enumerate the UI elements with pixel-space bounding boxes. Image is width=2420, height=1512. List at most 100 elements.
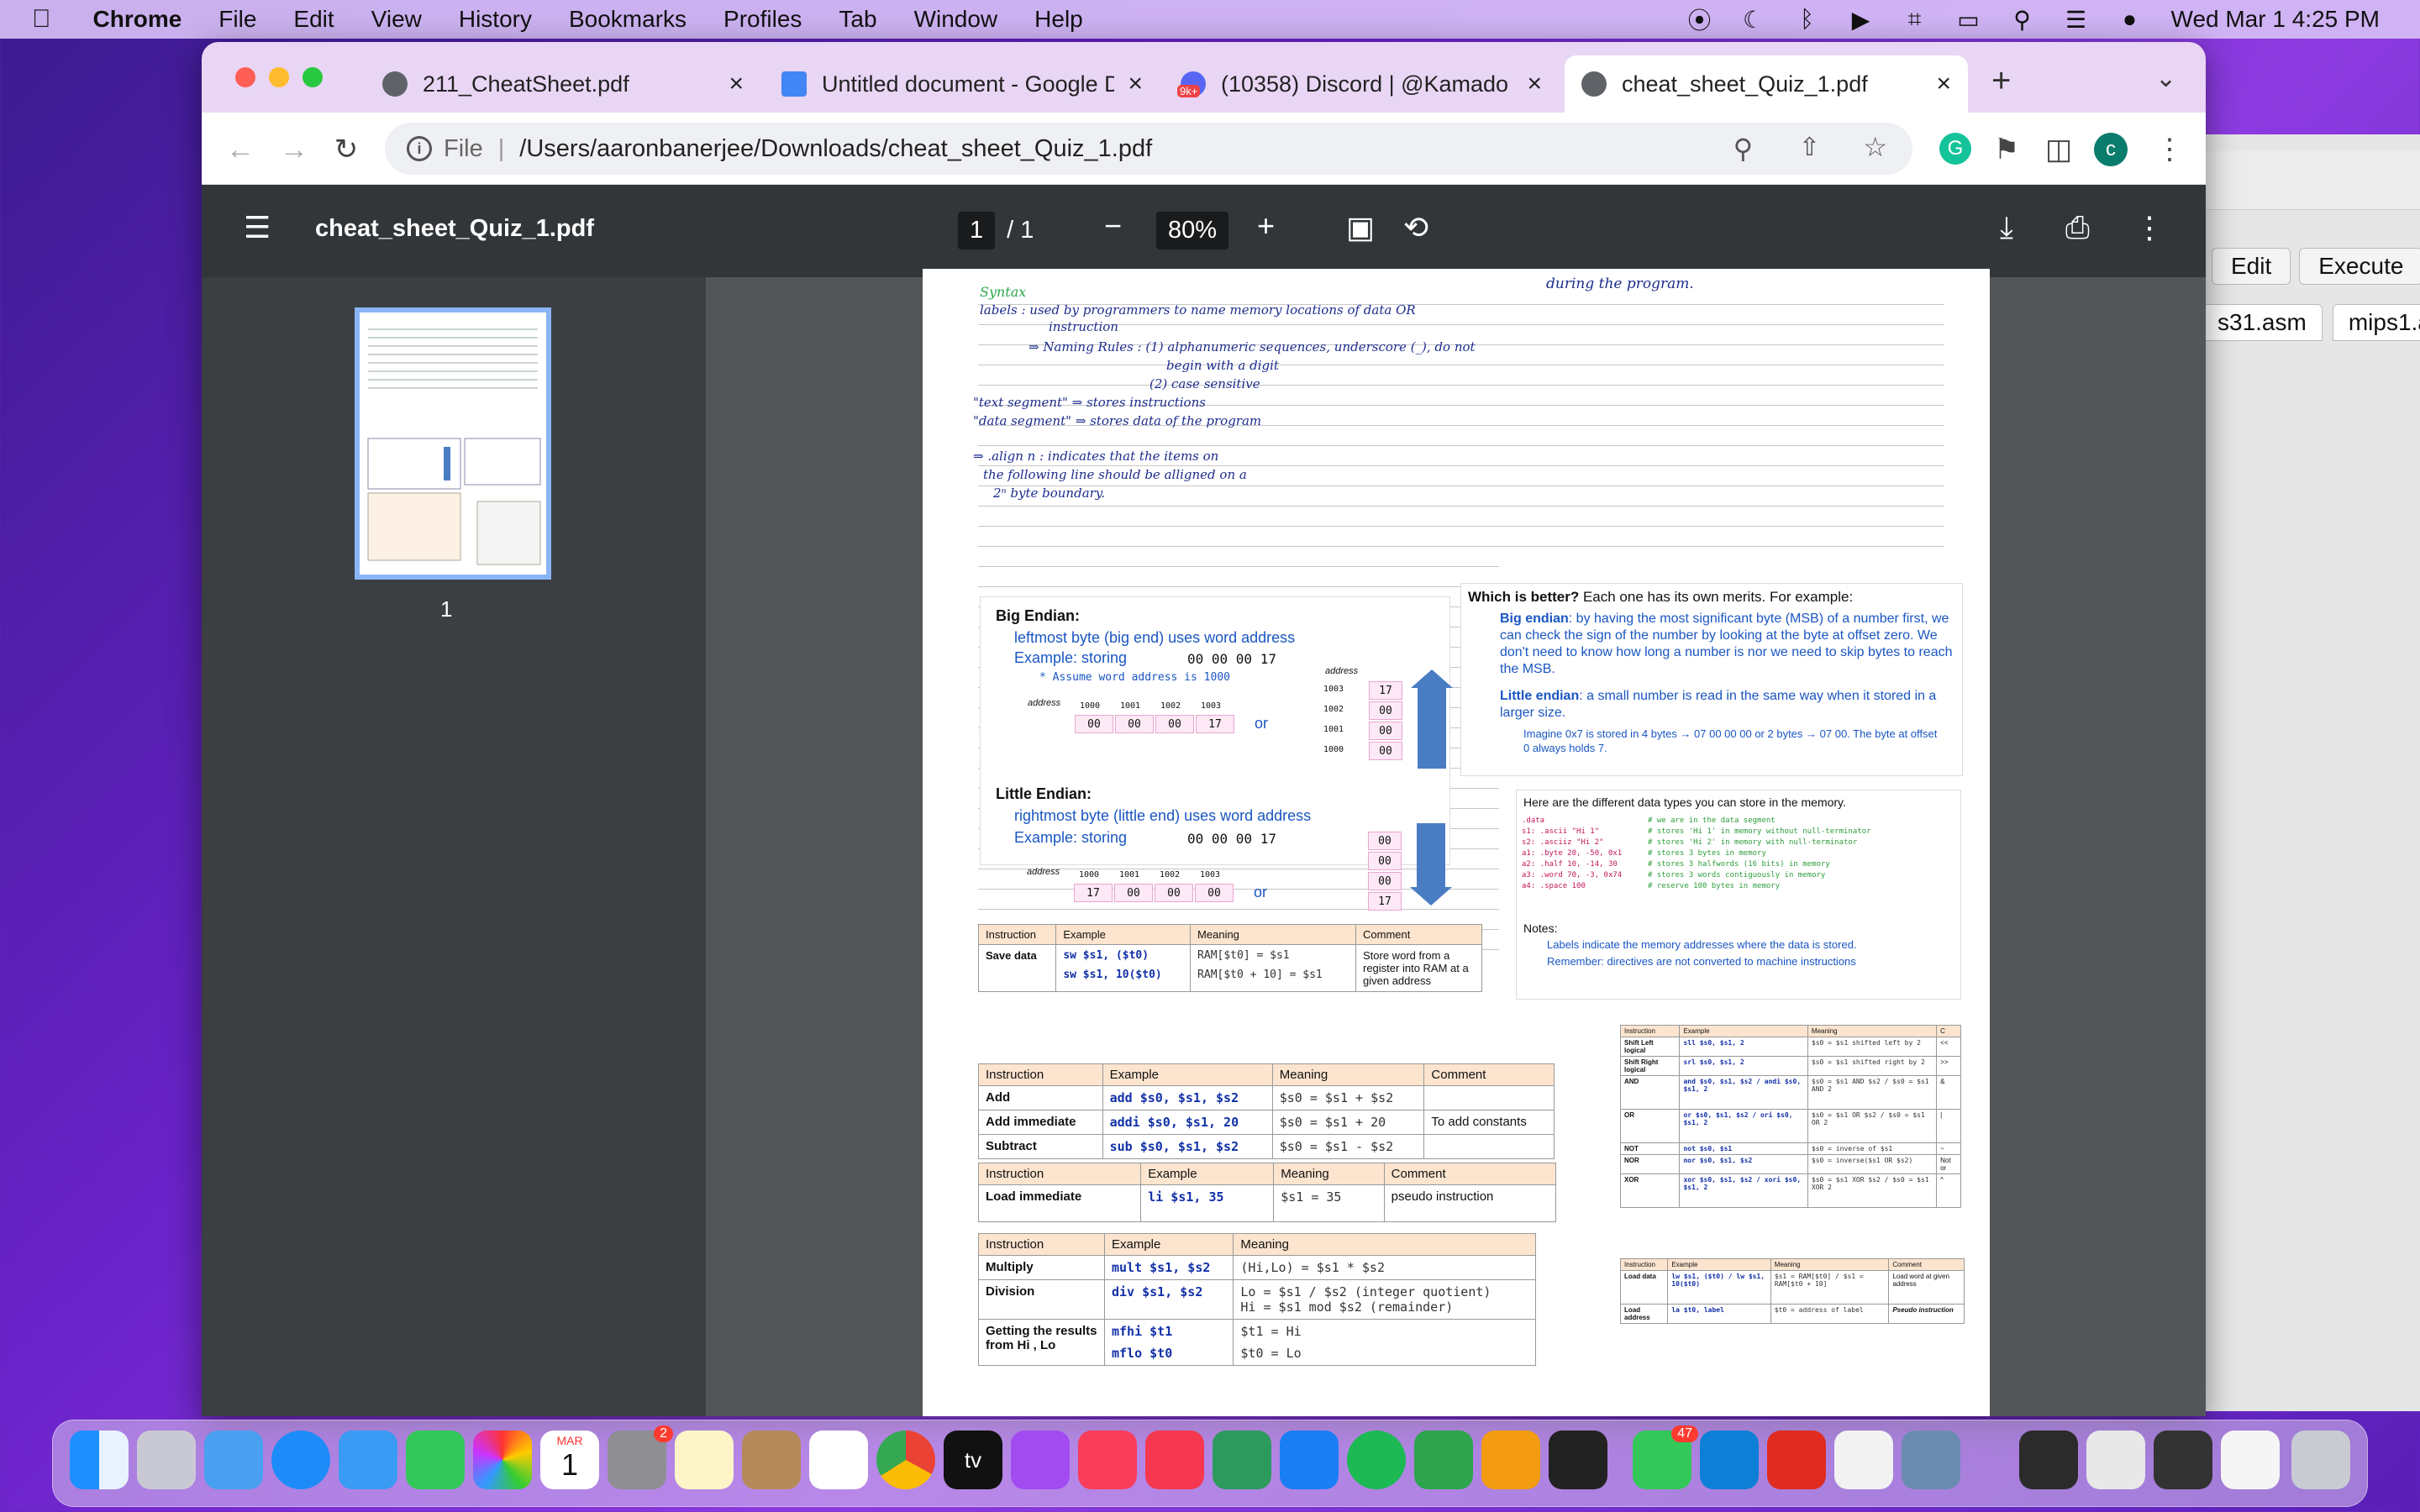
reminders-icon[interactable]: [809, 1431, 868, 1489]
back-button[interactable]: ←: [222, 131, 259, 168]
address-bar[interactable]: i File | /Users/aaronbanerjee/Downloads/…: [385, 123, 1912, 175]
zoom-level-input[interactable]: 80%: [1156, 212, 1229, 249]
window-thumbnail[interactable]: [2019, 1431, 2078, 1489]
zoom-window-button[interactable]: [302, 67, 323, 87]
finder-icon[interactable]: [70, 1431, 129, 1489]
launchpad-icon[interactable]: [137, 1431, 196, 1489]
share-icon[interactable]: ⇧: [1799, 133, 1820, 162]
keynote-icon[interactable]: [1280, 1431, 1339, 1489]
file-tab-mips1[interactable]: mips1.a: [2332, 304, 2420, 341]
terminal-icon[interactable]: [1549, 1431, 1607, 1489]
close-tab-icon[interactable]: ×: [1128, 70, 1143, 98]
chrome-icon[interactable]: [876, 1431, 935, 1489]
zoom-out-button[interactable]: −: [1104, 208, 1122, 244]
search-icon[interactable]: ⚲: [2010, 7, 2035, 33]
window-thumbnail[interactable]: [2221, 1431, 2280, 1489]
fit-page-icon[interactable]: ▣: [1346, 210, 1375, 245]
zoom-icon[interactable]: ⚲: [1733, 133, 1753, 165]
menu-view[interactable]: View: [371, 6, 422, 33]
tab-execute[interactable]: Execute: [2299, 248, 2420, 285]
more-options-icon[interactable]: ⋮: [2134, 210, 2165, 245]
grammarly-extension-icon[interactable]: G: [1939, 133, 1971, 165]
page-thumbnail[interactable]: [355, 307, 551, 580]
system-settings-icon[interactable]: 2: [608, 1425, 673, 1489]
close-tab-icon[interactable]: ×: [1527, 70, 1542, 98]
menu-history[interactable]: History: [459, 6, 532, 33]
menu-tab[interactable]: Tab: [839, 6, 876, 33]
acrobat-icon[interactable]: [1767, 1431, 1826, 1489]
hamburger-menu-icon[interactable]: ☰: [244, 210, 271, 245]
window-thumbnail[interactable]: [2086, 1431, 2145, 1489]
code-line: a1: .byte 20, -50, 0x1: [1522, 849, 1623, 858]
music-icon[interactable]: [1078, 1431, 1137, 1489]
facetime-icon[interactable]: [406, 1431, 465, 1489]
menu-clock[interactable]: Wed Mar 1 4:25 PM: [2171, 6, 2380, 33]
minimize-window-button[interactable]: [269, 67, 289, 87]
moon-icon[interactable]: ☾: [1741, 7, 1766, 33]
atom-app-icon[interactable]: [1213, 1431, 1271, 1489]
contacts-icon[interactable]: [742, 1431, 801, 1489]
side-panel-icon[interactable]: ◫: [2040, 131, 2077, 168]
col-example: Example: [1140, 1163, 1275, 1185]
window-thumbnail[interactable]: [2154, 1431, 2212, 1489]
numbers-icon[interactable]: [1414, 1431, 1473, 1489]
inkscape-icon[interactable]: [1834, 1431, 1893, 1489]
page-number-input[interactable]: 1: [958, 212, 996, 249]
bookmark-star-icon[interactable]: ☆: [1863, 131, 1887, 163]
url-path[interactable]: /Users/aaronbanerjee/Downloads/cheat_she…: [519, 135, 1152, 163]
tab-211-cheatsheet[interactable]: 211_CheatSheet.pdf ×: [366, 55, 760, 113]
zoom-in-button[interactable]: +: [1257, 208, 1275, 244]
forward-button[interactable]: →: [276, 131, 313, 168]
safari-icon[interactable]: [271, 1431, 330, 1489]
profile-avatar[interactable]: c: [2094, 133, 2128, 166]
tab-search-chevron-icon[interactable]: ⌄: [2155, 64, 2176, 93]
podcasts-icon[interactable]: [1011, 1431, 1070, 1489]
rotate-icon[interactable]: ⟲: [1403, 210, 1428, 245]
apple-menu-icon[interactable]: : [32, 5, 51, 34]
close-tab-icon[interactable]: ×: [729, 70, 744, 98]
tab-edit[interactable]: Edit: [2212, 248, 2291, 285]
close-window-button[interactable]: [235, 67, 255, 87]
close-tab-icon[interactable]: ×: [1936, 70, 1951, 98]
tab-cheat-sheet-quiz[interactable]: cheat_sheet_Quiz_1.pdf ×: [1565, 55, 1968, 113]
menu-window[interactable]: Window: [914, 6, 998, 33]
print-icon[interactable]: ⎙: [2065, 210, 2090, 246]
menu-profiles[interactable]: Profiles: [723, 6, 802, 33]
chrome-menu-icon[interactable]: ⋮: [2151, 131, 2188, 168]
menu-bookmarks[interactable]: Bookmarks: [569, 6, 687, 33]
reload-button[interactable]: ↻: [328, 131, 365, 168]
menu-edit[interactable]: Edit: [293, 6, 334, 33]
menu-help[interactable]: Help: [1034, 6, 1083, 33]
menu-app-name[interactable]: Chrome: [93, 6, 182, 33]
menu-file[interactable]: File: [218, 6, 256, 33]
wifi-icon[interactable]: ⌗: [1902, 6, 1928, 32]
pages-icon[interactable]: [1481, 1431, 1540, 1489]
messages-icon[interactable]: 47: [1633, 1425, 1698, 1489]
control-center-icon[interactable]: ☰: [2064, 7, 2089, 33]
spotify-icon[interactable]: [1347, 1431, 1406, 1489]
news-icon[interactable]: [1145, 1431, 1204, 1489]
notes-icon[interactable]: [675, 1431, 734, 1489]
app-store-icon[interactable]: [204, 1431, 263, 1489]
tab-google-docs[interactable]: Untitled document - Google Do ×: [765, 55, 1160, 113]
battery-icon[interactable]: ▭: [1956, 7, 1981, 33]
trash-icon[interactable]: [2291, 1431, 2350, 1489]
site-info-icon[interactable]: i: [407, 136, 432, 161]
play-icon[interactable]: ▶: [1849, 7, 1874, 33]
apple-tv-icon[interactable]: tv: [944, 1431, 1002, 1489]
bluetooth-icon[interactable]: ᛒ: [1795, 6, 1820, 32]
file-tab-s31[interactable]: s31.asm: [2202, 304, 2323, 341]
tab-discord[interactable]: 9k+ (10358) Discord | @Kamado Ta ×: [1164, 55, 1559, 113]
calendar-icon[interactable]: MAR 1: [540, 1431, 599, 1489]
vscode-icon[interactable]: [1700, 1431, 1759, 1489]
extensions-puzzle-icon[interactable]: ⚑: [1988, 131, 2025, 168]
mail-icon[interactable]: [339, 1431, 397, 1489]
airdrop-icon[interactable]: ⦿: [1687, 7, 1712, 34]
address-label: address: [1027, 867, 1060, 877]
new-tab-button[interactable]: +: [1991, 62, 2011, 100]
download-icon[interactable]: ⤓: [2000, 210, 2013, 246]
page-selector: 1 / 1: [958, 212, 1034, 249]
photos-icon[interactable]: [473, 1431, 532, 1489]
siri-icon[interactable]: ●: [2118, 6, 2143, 32]
preview-icon[interactable]: [1902, 1431, 1960, 1489]
